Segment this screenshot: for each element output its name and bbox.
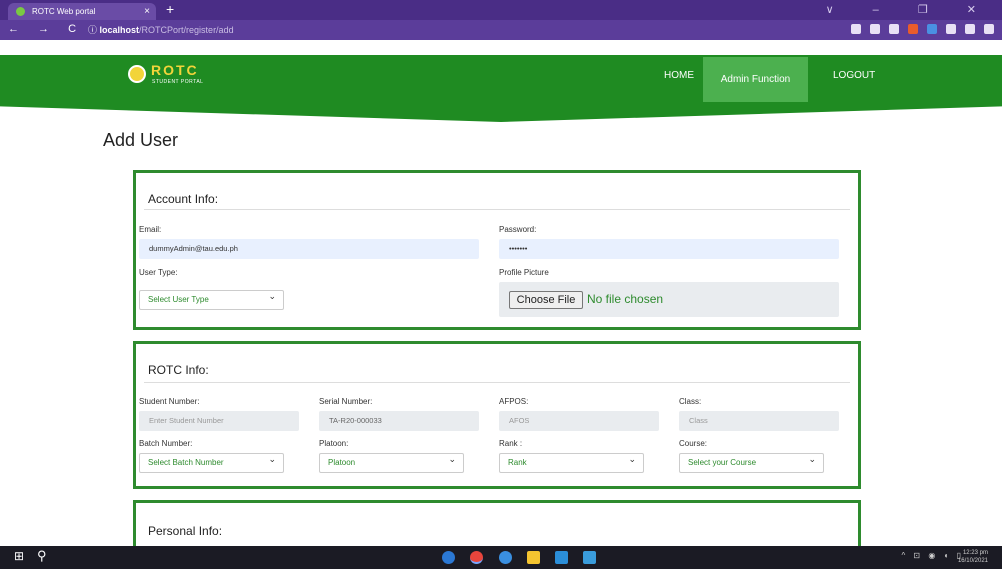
email-field[interactable]: dummyAdmin@tau.edu.ph	[139, 239, 479, 259]
page-title: Add User	[103, 130, 179, 150]
account-info-card: Account Info: Email: dummyAdmin@tau.edu.…	[133, 170, 861, 330]
menu-admin-function[interactable]: Admin Function	[703, 57, 808, 102]
rotc-logo[interactable]: ROTC STUDENT PORTAL	[128, 62, 218, 90]
browser-tab[interactable]: ROTC Web portal ×	[8, 3, 156, 20]
key-icon[interactable]	[851, 24, 861, 34]
extension-icon[interactable]	[908, 24, 918, 34]
menu-home[interactable]: HOME	[664, 70, 694, 81]
student-number-input[interactable]: Enter Student Number	[139, 411, 299, 431]
user-type-label: User Type:	[139, 268, 178, 277]
profile-icon[interactable]	[984, 24, 994, 34]
tab-title: ROTC Web portal	[32, 7, 96, 16]
browser-tab-strip: ROTC Web portal × + ∨ – ❐ ✕	[0, 0, 1002, 20]
emblem-icon	[128, 65, 146, 83]
url-path: /ROTCPort/register/add	[139, 25, 234, 35]
extension-icons	[851, 24, 994, 34]
rotc-info-heading: ROTC Info:	[148, 363, 209, 377]
extension-icon[interactable]	[927, 24, 937, 34]
menu-logout[interactable]: LOGOUT	[833, 70, 875, 81]
logo-subtitle: STUDENT PORTAL	[152, 79, 204, 85]
account-info-heading: Account Info:	[148, 192, 219, 206]
system-tray[interactable]: ^ ⊡ ◉ ◖ ▯	[901, 551, 964, 560]
rotc-info-card: ROTC Info: Student Number: Enter Student…	[133, 341, 861, 489]
search-icon[interactable]: ⚲	[37, 548, 47, 564]
sidebar-icon[interactable]	[965, 24, 975, 34]
window-controls[interactable]: ∨ – ❐ ✕	[826, 3, 994, 16]
file-explorer-icon[interactable]	[527, 551, 540, 564]
divider	[144, 382, 850, 383]
vscode-icon[interactable]	[555, 551, 568, 564]
serial-number-field: TA-R20-000033	[319, 411, 479, 431]
student-number-label: Student Number:	[139, 397, 200, 406]
class-field: Class	[679, 411, 839, 431]
rank-label: Rank :	[499, 439, 523, 448]
afpos-label: AFPOS:	[499, 397, 529, 406]
store-icon[interactable]	[583, 551, 596, 564]
platoon-select[interactable]: Platoon	[319, 450, 464, 473]
address-bar-row: ← → C ⓘ localhost/ROTCPort/register/add	[0, 20, 1002, 40]
class-label: Class:	[679, 397, 702, 406]
course-label: Course:	[679, 439, 708, 448]
password-label: Password:	[499, 225, 537, 234]
divider	[144, 209, 850, 210]
star-icon[interactable]	[889, 24, 899, 34]
close-tab-icon[interactable]: ×	[144, 3, 150, 20]
share-icon[interactable]	[870, 24, 880, 34]
edge-icon[interactable]	[442, 551, 455, 564]
serial-number-label: Serial Number:	[319, 397, 373, 406]
afpos-field: AFOS	[499, 411, 659, 431]
personal-info-heading: Personal Info:	[148, 524, 223, 538]
course-select[interactable]: Select your Course	[679, 450, 824, 473]
navbar-chevron	[0, 102, 1002, 122]
password-field[interactable]: •••••••	[499, 239, 839, 259]
choose-file-button[interactable]: Choose File	[509, 291, 583, 309]
site-info-icon[interactable]: ⓘ	[88, 25, 97, 35]
puzzle-icon[interactable]	[946, 24, 956, 34]
email-label: Email:	[139, 225, 162, 234]
new-tab-button[interactable]: +	[166, 1, 174, 17]
batch-number-select[interactable]: Select Batch Number	[139, 450, 284, 473]
clock-time: 12:23 pm	[962, 550, 988, 556]
profile-picture-label: Profile Picture	[499, 268, 549, 277]
site-favicon-icon	[16, 7, 25, 16]
navigation-buttons[interactable]: ← → C	[8, 23, 84, 35]
clock[interactable]: 12:23 pm 16/10/2021	[958, 549, 988, 565]
rank-select[interactable]: Rank	[499, 450, 644, 473]
logo-title: ROTC	[151, 62, 199, 78]
start-icon[interactable]: ⊞	[14, 549, 24, 563]
windows-taskbar: ⊞ ⚲ ^ ⊡ ◉ ◖ ▯ 12:23 pm 16/10/2021	[0, 546, 1002, 569]
clock-date: 16/10/2021	[957, 558, 988, 564]
profile-picture-input: Choose File No file chosen	[499, 282, 839, 317]
url-host: localhost	[99, 25, 140, 35]
chrome-profile-icon[interactable]	[499, 551, 512, 564]
page-top-gap	[0, 40, 1002, 55]
no-file-text: No file chosen	[587, 292, 664, 306]
user-type-select[interactable]: Select User Type	[139, 287, 284, 310]
batch-number-label: Batch Number:	[139, 439, 193, 448]
url-field[interactable]: ⓘ localhost/ROTCPort/register/add	[78, 22, 798, 38]
chrome-icon[interactable]	[470, 551, 483, 564]
platoon-label: Platoon:	[319, 439, 349, 448]
